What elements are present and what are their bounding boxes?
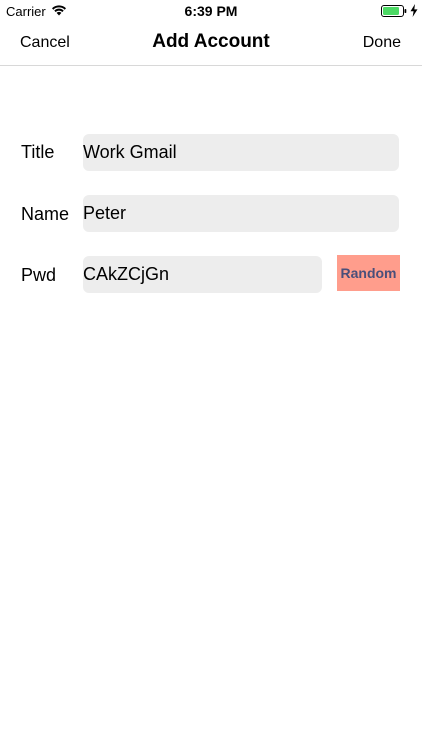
add-account-screen: Carrier 6:39 PM Cancel Add Account Done … [0, 0, 422, 750]
clock: 6:39 PM [184, 3, 238, 19]
title-label: Title [21, 142, 55, 162]
status-bar: Carrier 6:39 PM [0, 0, 422, 22]
random-password-button[interactable]: Random [337, 255, 400, 291]
password-field[interactable] [83, 256, 322, 293]
name-label: Name [21, 204, 70, 224]
battery-icon [381, 5, 407, 17]
pwd-label: Pwd [21, 265, 57, 285]
title-field[interactable] [83, 134, 399, 171]
charging-bolt-icon [410, 4, 418, 17]
done-button[interactable]: Done [363, 34, 401, 52]
navigation-bar: Cancel Add Account Done [0, 22, 422, 66]
name-field[interactable] [83, 195, 399, 232]
page-title: Add Account [152, 31, 270, 52]
